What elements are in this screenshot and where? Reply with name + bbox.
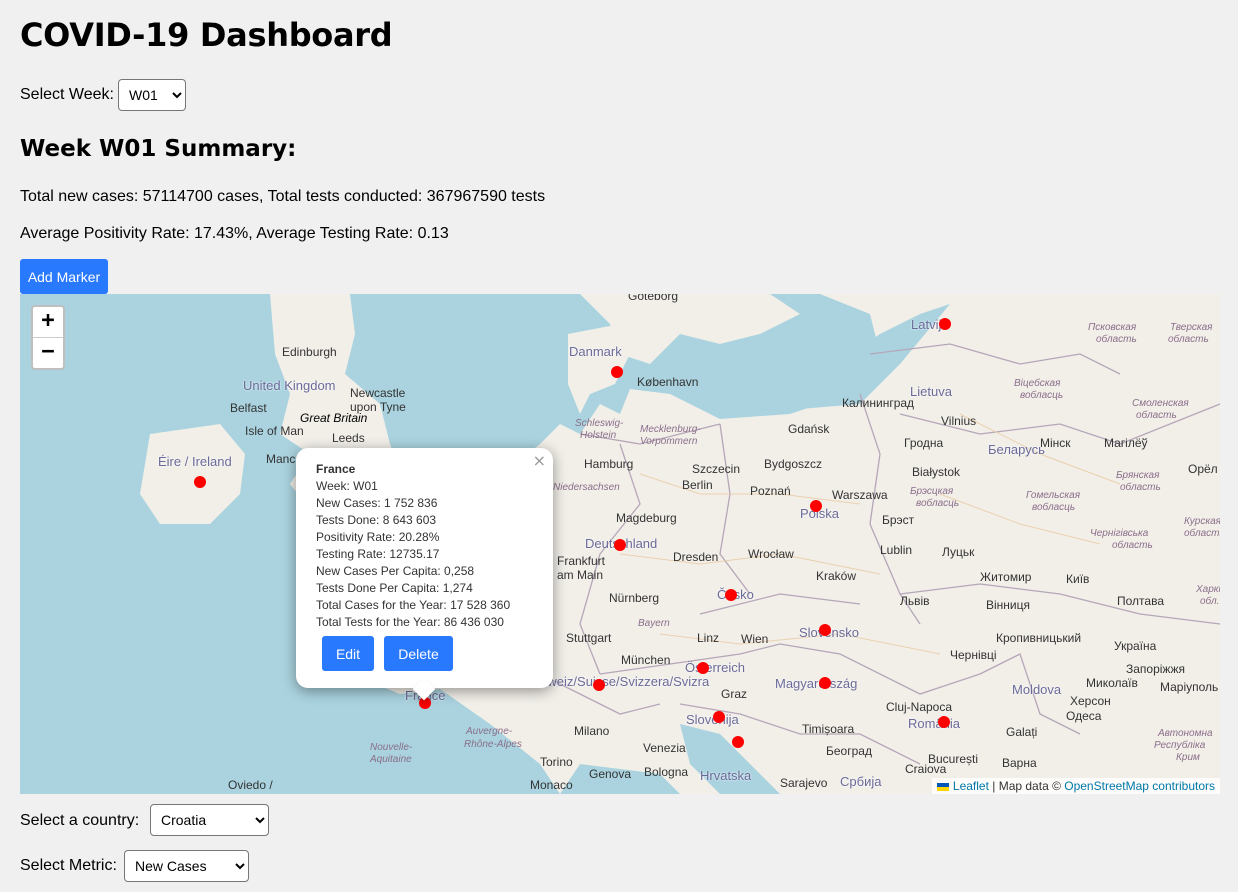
country-label-ireland: Éire / Ireland	[158, 454, 232, 469]
metric-select[interactable]: New Cases	[124, 850, 249, 882]
select-country-label: Select a country:	[20, 812, 140, 829]
country-label-serbia: Србија	[840, 774, 882, 789]
country-label-denmark: Danmark	[569, 344, 622, 359]
summary-rates: Average Positivity Rate: 17.43%, Average…	[20, 225, 449, 242]
map-marker[interactable]	[810, 500, 822, 512]
osm-link[interactable]: OpenStreetMap contributors	[1064, 779, 1215, 793]
summary-title: Week W01 Summary:	[20, 136, 297, 162]
country-label-lithuania: Lietuva	[910, 384, 952, 399]
map-marker[interactable]	[938, 716, 950, 728]
zoom-out-button[interactable]: −	[33, 338, 63, 368]
select-week-label: Select Week:	[20, 86, 114, 103]
ukraine-flag-icon	[936, 782, 949, 791]
popup-positivity-rate: Positivity Rate: 20.28%	[316, 530, 440, 544]
map-marker[interactable]	[725, 589, 737, 601]
map-marker[interactable]	[713, 711, 725, 723]
summary-totals: Total new cases: 57114700 cases, Total t…	[20, 188, 546, 205]
country-label-hungary: Magyarország	[775, 676, 858, 691]
country-label-uk: United Kingdom	[243, 378, 336, 393]
map-marker[interactable]	[614, 539, 626, 551]
map[interactable]: Göteborg Danmark København Edinburgh Uni…	[20, 294, 1220, 794]
map-marker[interactable]	[611, 366, 623, 378]
country-label-austria: Österreich	[685, 660, 745, 675]
edit-button[interactable]: Edit	[322, 636, 374, 671]
popup-total-tests-year: Total Tests for the Year: 86 436 030	[316, 615, 504, 629]
country-label-moldova: Moldova	[1012, 682, 1062, 697]
map-marker[interactable]	[939, 318, 951, 330]
add-marker-button[interactable]: Add Marker	[20, 259, 108, 294]
map-marker[interactable]	[697, 662, 709, 674]
leaflet-link[interactable]: Leaflet	[953, 779, 989, 793]
popup-new-cases: New Cases: 1 752 836	[316, 496, 438, 510]
select-metric-label: Select Metric:	[20, 857, 117, 874]
popup-new-cases-per-capita: New Cases Per Capita: 0,258	[316, 564, 475, 578]
country-label-romania: România	[908, 716, 961, 731]
zoom-control: + −	[31, 305, 65, 370]
popup-country: France	[316, 462, 356, 476]
zoom-in-button[interactable]: +	[33, 307, 63, 338]
popup-week: Week: W01	[316, 479, 378, 493]
map-marker[interactable]	[732, 736, 744, 748]
week-select[interactable]: W01	[118, 79, 186, 111]
map-marker[interactable]	[593, 679, 605, 691]
delete-button[interactable]: Delete	[384, 636, 453, 671]
map-attribution: Leaflet | Map data © OpenStreetMap contr…	[931, 778, 1220, 794]
map-marker[interactable]	[194, 476, 206, 488]
page-title: COVID-19 Dashboard	[20, 16, 393, 54]
close-icon[interactable]: ×	[533, 452, 546, 469]
country-label-belarus: Беларусь	[988, 442, 1045, 457]
ireland	[140, 424, 245, 524]
country-select[interactable]: Croatia	[150, 804, 269, 836]
popup-tests-done: Tests Done: 8 643 603	[316, 513, 437, 527]
popup-total-cases-year: Total Cases for the Year: 17 528 360	[316, 598, 511, 612]
popup-testing-rate: Testing Rate: 12735.17	[316, 547, 440, 561]
map-marker[interactable]	[819, 677, 831, 689]
popup-tests-per-capita: Tests Done Per Capita: 1,274	[316, 581, 473, 595]
map-marker[interactable]	[819, 624, 831, 636]
country-label-croatia: Hrvatska	[700, 768, 752, 783]
country-popup: × France Week: W01 New Cases: 1 752 836 …	[296, 448, 553, 701]
